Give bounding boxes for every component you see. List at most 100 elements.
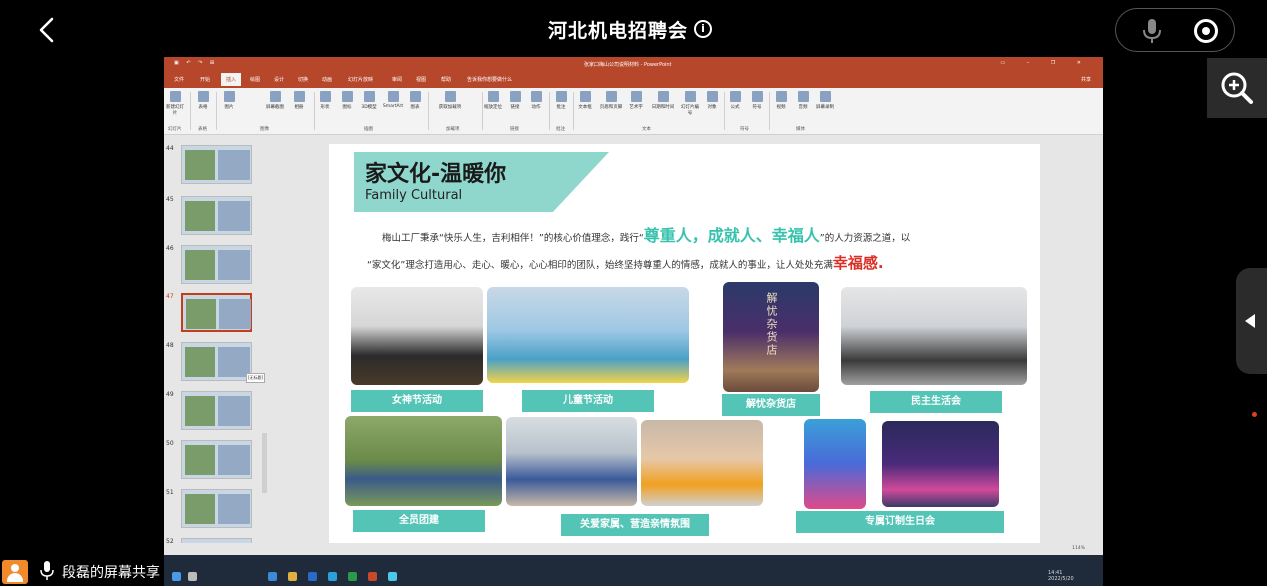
new-slide-button[interactable]: 新建幻灯片 [166, 91, 184, 116]
smartart-button[interactable]: SmartArt [382, 91, 404, 109]
tab-animations[interactable]: 动画 [322, 76, 332, 83]
link-button[interactable]: 链接 [506, 91, 524, 110]
thumb-number: 50 [166, 440, 174, 447]
media-controls [1115, 8, 1235, 52]
ribbon-divider [482, 92, 483, 130]
3d-models-button[interactable]: 3D模型 [360, 91, 378, 110]
slide-canvas: 家文化-温暖你 Family Cultural 梅山工厂秉承“快乐人生，吉利相伴… [329, 144, 1040, 543]
slide-thumbnail[interactable] [181, 440, 252, 479]
zoom-button[interactable]: 缩放定位 [484, 91, 502, 110]
slide-number-button[interactable]: 幻灯片编号 [679, 91, 701, 116]
ppt-ribbon-tabs: 文件 开始 插入 绘图 设计 切换 动画 幻灯片放映 审阅 视图 帮助 告诉我你… [164, 71, 1103, 88]
textbox-button[interactable]: 文本框 [576, 91, 594, 110]
windows-taskbar: 14:41 2022/5/20 [164, 555, 1103, 586]
browser-icon[interactable] [328, 572, 337, 581]
back-arrow-icon[interactable] [36, 16, 60, 44]
status-dot [1252, 412, 1257, 417]
tab-home[interactable]: 开始 [200, 76, 210, 83]
ribbon-divider [724, 92, 725, 130]
date-time-button[interactable]: 日期和时间 [650, 91, 676, 110]
thumb-tooltip: [无标题] [246, 373, 266, 383]
slide-thumbnail[interactable] [181, 489, 252, 528]
zoom-in-button[interactable] [1207, 58, 1267, 118]
powerpoint-icon[interactable] [368, 572, 377, 581]
zoom-level[interactable]: 114% [1072, 546, 1085, 551]
tab-draw[interactable]: 绘图 [250, 76, 260, 83]
wordart-button[interactable]: 艺术字 [627, 91, 645, 110]
tab-help[interactable]: 帮助 [441, 76, 451, 83]
window-controls[interactable]: ▭ – ❐ ✕ [1000, 60, 1091, 66]
screen-share-label: 段磊的屏幕共享 [0, 557, 190, 586]
excel-icon[interactable] [348, 572, 357, 581]
slide-thumbnail[interactable] [181, 245, 252, 284]
photo-childrens-day [487, 287, 689, 383]
share-button[interactable]: 共享 [1081, 76, 1091, 83]
picture-button[interactable]: 图片 [220, 91, 238, 110]
tell-me-search[interactable]: 告诉我你想要做什么 [467, 76, 512, 83]
caption-democratic-meeting: 民主生活会 [870, 391, 1002, 413]
photo-family-2 [641, 420, 763, 506]
screenshot-button[interactable]: 屏幕截图 [266, 91, 284, 110]
thumb-number: 46 [166, 245, 174, 252]
group-links: 链接 [510, 127, 519, 132]
tab-view[interactable]: 视图 [416, 76, 426, 83]
comment-button[interactable]: 批注 [552, 91, 570, 110]
quick-access-icons[interactable]: ▣ ↶ ↷ ⊞ [174, 60, 217, 66]
tab-review[interactable]: 审阅 [392, 76, 402, 83]
caption-birthday: 专属订制生日会 [796, 511, 1004, 533]
folder-icon[interactable] [288, 572, 297, 581]
word-icon[interactable] [308, 572, 317, 581]
thumb-number: 48 [166, 342, 174, 349]
thumb-scrollbar[interactable] [262, 433, 267, 493]
table-button[interactable]: 表格 [194, 91, 212, 110]
header-footer-button[interactable]: 页眉和页脚 [598, 91, 624, 110]
album-button[interactable]: 相册 [290, 91, 308, 110]
tab-insert[interactable]: 插入 [221, 73, 242, 86]
ribbon-divider [428, 92, 429, 130]
slide-thumbnail[interactable] [181, 342, 252, 381]
action-button[interactable]: 动作 [527, 91, 545, 110]
symbol-button[interactable]: 符号 [748, 91, 766, 110]
group-media: 媒体 [796, 127, 805, 132]
object-button[interactable]: 对象 [703, 91, 721, 110]
microphone-icon[interactable] [1140, 18, 1164, 44]
group-comments: 批注 [556, 127, 565, 132]
thumb-number: 47 [166, 293, 174, 300]
icons-button[interactable]: 图标 [338, 91, 356, 110]
shapes-button[interactable]: 形状 [316, 91, 334, 110]
app-icon[interactable] [388, 572, 397, 581]
photo-team-building [345, 416, 502, 506]
tab-file[interactable]: 文件 [174, 76, 184, 83]
tab-design[interactable]: 设计 [274, 76, 284, 83]
tab-transitions[interactable]: 切换 [298, 76, 308, 83]
tab-slideshow[interactable]: 幻灯片放映 [348, 76, 373, 83]
slide-paragraph-2: “家文化”理念打造用心、走心、暖心，心心相印的团队，始终坚持尊重人的情感，成就人… [367, 254, 884, 272]
video-button[interactable]: 视频 [772, 91, 790, 110]
audio-button[interactable]: 音频 [794, 91, 812, 110]
thumb-number: 45 [166, 196, 174, 203]
edge-icon[interactable] [268, 572, 277, 581]
group-tables: 表格 [198, 127, 207, 132]
slide-paragraph-1: 梅山工厂秉承“快乐人生，吉利相伴！”的核心价值理念，践行“尊重人，成就人、幸福人… [382, 226, 911, 245]
avatar [2, 560, 28, 584]
slide-subtitle: Family Cultural [365, 188, 463, 203]
slide-thumbnail[interactable] [181, 196, 252, 235]
slide-thumbnail[interactable] [181, 391, 252, 430]
group-illustrations: 插图 [364, 127, 373, 132]
equation-button[interactable]: 公式 [726, 91, 744, 110]
slide-thumbnail[interactable] [181, 145, 252, 184]
photo-democratic-meeting [841, 287, 1027, 385]
info-icon[interactable]: i [694, 20, 712, 38]
chart-button[interactable]: 图表 [406, 91, 424, 110]
get-addins-button[interactable]: 获取加载项 [432, 91, 468, 110]
slide-scrollbar[interactable] [1095, 145, 1101, 545]
screen-recording-button[interactable]: 屏幕录制 [816, 91, 834, 110]
photo-birthday-poster-2 [882, 421, 999, 507]
ppt-statusbar: 114% [164, 543, 1103, 555]
side-panel-toggle[interactable] [1236, 268, 1267, 374]
caption-childrens-day: 儿童节活动 [522, 390, 654, 412]
caption-family: 关爱家属、营造亲情氛围 [561, 514, 709, 536]
slide-thumbnail-selected[interactable] [181, 293, 252, 332]
record-icon[interactable] [1194, 19, 1218, 43]
ribbon-divider [314, 92, 315, 130]
